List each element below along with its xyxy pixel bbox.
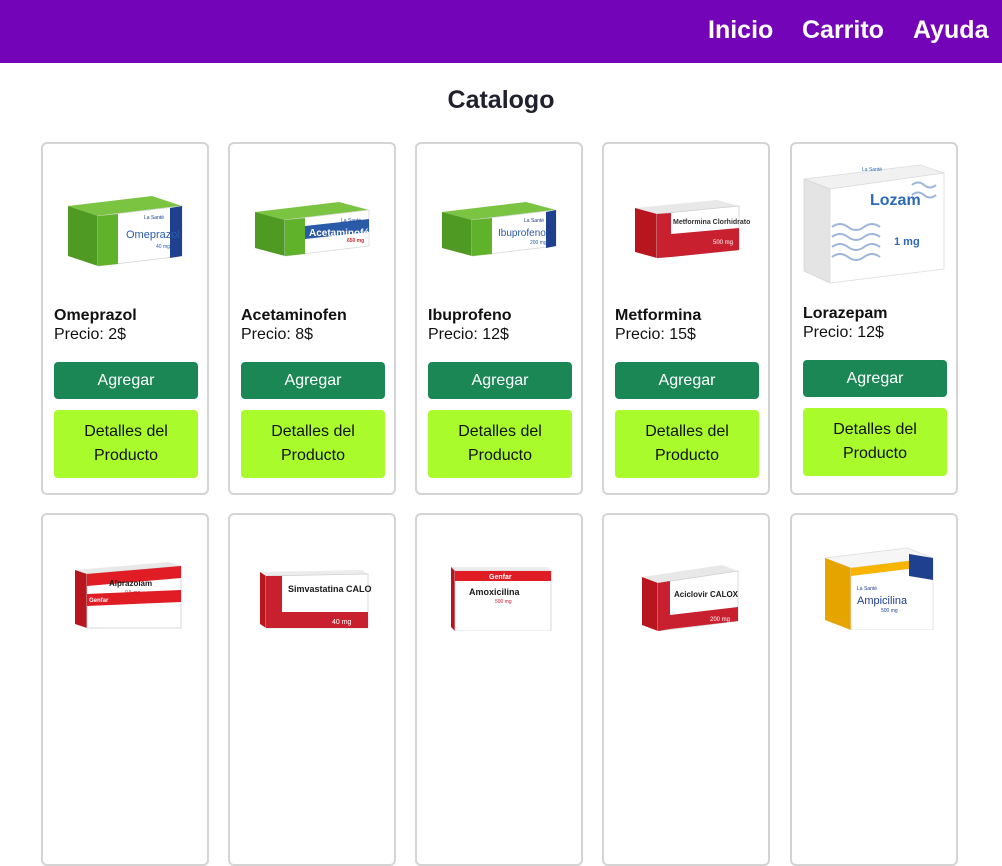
product-details-button[interactable]: Detalles del Producto	[615, 410, 759, 478]
medicine-box-icon: Acetaminofén 650 mg La Santé	[255, 202, 375, 257]
nav-link-carrito[interactable]: Carrito	[802, 14, 884, 46]
product-image: Acetaminofén 650 mg La Santé	[240, 154, 384, 294]
nav-link-ayuda[interactable]: Ayuda	[913, 14, 988, 46]
svg-text:Omeprazol: Omeprazol	[126, 229, 180, 241]
product-price: Precio: 15$	[615, 326, 696, 343]
svg-text:40 mg: 40 mg	[156, 244, 170, 250]
product-image: Genfar Amoxicilina 500 mg	[427, 551, 571, 635]
svg-text:La Santé: La Santé	[341, 218, 361, 224]
product-card-amoxicilina: Genfar Amoxicilina 500 mg	[415, 513, 583, 866]
svg-text:500 mg: 500 mg	[713, 240, 733, 246]
product-price: Precio: 8$	[241, 326, 314, 343]
page-title: Catalogo	[447, 86, 555, 114]
add-to-cart-button[interactable]: Agregar	[54, 362, 198, 399]
svg-text:40 mg: 40 mg	[332, 619, 352, 626]
top-navbar: Inicio Carrito Ayuda	[0, 0, 1002, 63]
medicine-box-icon: La Santé Ampicilina 500 mg	[824, 547, 934, 630]
product-details-button[interactable]: Detalles del Producto	[428, 410, 572, 478]
product-image: Genfar Alprazolam 0,5 mg	[53, 545, 197, 635]
svg-text:Simvastatina CALOX: Simvastatina CALOX	[288, 584, 372, 594]
svg-text:200 mg: 200 mg	[710, 617, 730, 623]
product-image: Aciclovir CALOX 200 mg	[614, 551, 758, 635]
medicine-box-icon: Omeprazol 40 mg La Santé	[68, 196, 183, 267]
medicine-box-icon: Ibuprofeno 200 mg La Santé	[442, 202, 557, 257]
svg-text:1 mg: 1 mg	[894, 236, 920, 248]
medicine-box-icon: Metformina Clorhidrato 500 mg	[635, 200, 750, 259]
svg-text:La Santé: La Santé	[144, 215, 164, 221]
add-to-cart-button[interactable]: Agregar	[428, 362, 572, 399]
svg-text:Amoxicilina: Amoxicilina	[469, 587, 521, 597]
svg-text:Ampicilina: Ampicilina	[857, 595, 908, 607]
product-image: Simvastatina CALOX 40 mg	[240, 555, 384, 635]
product-details-button[interactable]: Detalles del Producto	[54, 410, 198, 478]
product-name: Ibuprofeno	[428, 307, 512, 324]
svg-text:Acetaminofén: Acetaminofén	[309, 228, 375, 239]
product-details-button[interactable]: Detalles del Producto	[241, 410, 385, 478]
product-image: La Santé Ampicilina 500 mg	[802, 535, 946, 635]
medicine-box-icon: Aciclovir CALOX 200 mg	[642, 565, 739, 631]
medicine-box-icon: Genfar Amoxicilina 500 mg	[451, 567, 552, 631]
product-card-lorazepam: Lozam 1 mg La Santé Lorazepam Precio: 12…	[790, 142, 958, 495]
svg-text:La Santé: La Santé	[862, 167, 882, 173]
medicine-box-icon: Genfar Alprazolam 0,5 mg	[75, 562, 182, 629]
product-card-aciclovir: Aciclovir CALOX 200 mg	[602, 513, 770, 866]
product-card-metformina: Metformina Clorhidrato 500 mg Metformina…	[602, 142, 770, 495]
svg-text:Ibuprofeno: Ibuprofeno	[498, 228, 546, 239]
svg-text:Genfar: Genfar	[489, 574, 512, 581]
product-name: Omeprazol	[54, 307, 137, 324]
add-to-cart-button[interactable]: Agregar	[241, 362, 385, 399]
svg-text:Genfar: Genfar	[89, 598, 109, 604]
product-name: Lorazepam	[803, 305, 888, 322]
product-card-omeprazol: Omeprazol 40 mg La Santé Omeprazol Preci…	[41, 142, 209, 495]
product-price: Precio: 2$	[54, 326, 127, 343]
svg-text:La Santé: La Santé	[524, 218, 544, 224]
svg-text:La Santé: La Santé	[857, 586, 877, 592]
product-image: Metformina Clorhidrato 500 mg	[614, 154, 758, 294]
medicine-box-icon: Lozam 1 mg La Santé	[803, 164, 945, 284]
svg-text:650 mg: 650 mg	[347, 238, 364, 244]
svg-text:200 mg: 200 mg	[530, 240, 547, 246]
product-details-button[interactable]: Detalles del Producto	[803, 408, 947, 476]
product-card-ibuprofeno: Ibuprofeno 200 mg La Santé Ibuprofeno Pr…	[415, 142, 583, 495]
add-to-cart-button[interactable]: Agregar	[803, 360, 947, 397]
product-price: Precio: 12$	[803, 324, 884, 341]
svg-text:Alprazolam: Alprazolam	[109, 579, 152, 588]
product-image: Omeprazol 40 mg La Santé	[53, 154, 197, 294]
product-image: Ibuprofeno 200 mg La Santé	[427, 154, 571, 294]
product-image: Lozam 1 mg La Santé	[802, 152, 946, 292]
svg-text:Aciclovir CALOX: Aciclovir CALOX	[674, 590, 739, 599]
nav-link-inicio[interactable]: Inicio	[708, 14, 773, 46]
product-card-simvastatina: Simvastatina CALOX 40 mg	[228, 513, 396, 866]
product-card-acetaminofen: Acetaminofén 650 mg La Santé Acetaminofe…	[228, 142, 396, 495]
product-price: Precio: 12$	[428, 326, 509, 343]
svg-text:Lozam: Lozam	[870, 192, 921, 209]
svg-text:Metformina Clorhidrato: Metformina Clorhidrato	[673, 219, 750, 226]
svg-text:500 mg: 500 mg	[495, 599, 512, 605]
product-card-ampicilina: La Santé Ampicilina 500 mg	[790, 513, 958, 866]
product-name: Acetaminofen	[241, 307, 347, 324]
product-name: Metformina	[615, 307, 702, 324]
add-to-cart-button[interactable]: Agregar	[615, 362, 759, 399]
svg-text:500 mg: 500 mg	[881, 608, 898, 614]
svg-text:0,5 mg: 0,5 mg	[125, 590, 141, 596]
product-card-alprazolam: Genfar Alprazolam 0,5 mg	[41, 513, 209, 866]
medicine-box-icon: Simvastatina CALOX 40 mg	[260, 570, 372, 629]
